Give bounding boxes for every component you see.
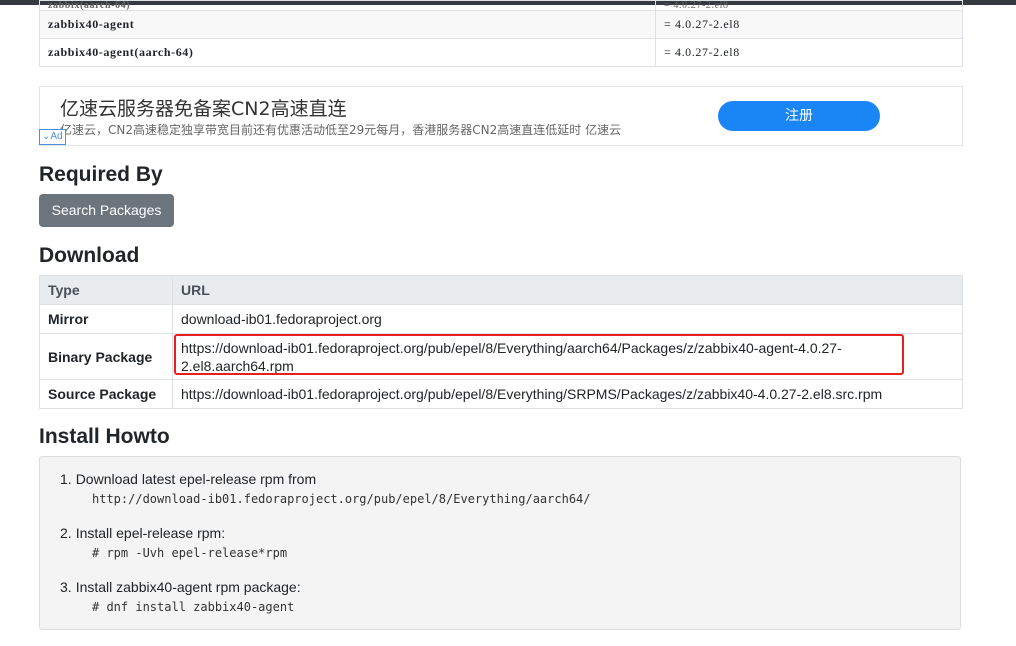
ad-register-button[interactable]: 注册 [718, 101, 880, 131]
table-header-row: Type URL [39, 275, 963, 305]
download-url[interactable]: https://download-ib01.fedoraproject.org/… [172, 333, 963, 380]
step-text: Install zabbix40-agent rpm package: [75, 579, 301, 595]
provides-version: = 4.0.27-2.el8 [655, 0, 963, 11]
table-row: zabbix(aarch-64) = 4.0.27-2.el8 [39, 0, 963, 11]
table-row: Mirror download-ib01.fedoraproject.org [39, 304, 963, 334]
provides-name: zabbix40-agent(aarch-64) [39, 38, 656, 67]
table-row: zabbix40-agent = 4.0.27-2.el8 [39, 10, 963, 39]
step-number: 1. [60, 471, 72, 487]
download-heading: Download [39, 244, 140, 267]
install-step: 1. Download latest epel-release rpm from … [60, 471, 591, 506]
download-type: Source Package [39, 379, 173, 409]
download-type: Mirror [39, 304, 173, 334]
table-row: zabbix40-agent(aarch-64) = 4.0.27-2.el8 [39, 38, 963, 67]
ad-title[interactable]: 亿速云服务器免备案CN2高速直连 [60, 94, 347, 121]
ad-badge-label: Ad [50, 131, 63, 142]
column-header-url: URL [172, 275, 963, 305]
step-code: http://download-ib01.fedoraproject.org/p… [92, 492, 591, 506]
provides-table: zabbix(aarch-64) = 4.0.27-2.el8 zabbix40… [39, 0, 963, 67]
install-step: 3. Install zabbix40-agent rpm package: # … [60, 579, 301, 614]
ad-banner[interactable]: 亿速云服务器免备案CN2高速直连 亿速云，CN2高速稳定独享带宽目前还有优惠活动… [39, 86, 963, 146]
column-header-type: Type [39, 275, 173, 305]
provides-name: zabbix(aarch-64) [39, 0, 656, 11]
step-code: # dnf install zabbix40-agent [92, 600, 295, 614]
download-url[interactable]: https://download-ib01.fedoraproject.org/… [172, 379, 963, 409]
step-number: 2. [60, 525, 72, 541]
step-number: 3. [60, 579, 72, 595]
table-row: Source Package https://download-ib01.fed… [39, 379, 963, 409]
required-by-heading: Required By [39, 163, 163, 186]
download-type: Binary Package [39, 333, 173, 380]
search-packages-button[interactable]: Search Packages [39, 194, 174, 227]
download-url[interactable]: download-ib01.fedoraproject.org [172, 304, 963, 334]
provides-name: zabbix40-agent [39, 10, 656, 39]
download-url-line2[interactable]: 2.el8.aarch64.rpm [181, 358, 294, 374]
download-table: Type URL Mirror download-ib01.fedoraproj… [39, 275, 963, 409]
install-step: 2. Install epel-release rpm: # rpm -Uvh e… [60, 525, 287, 560]
download-url-line1[interactable]: https://download-ib01.fedoraproject.org/… [181, 340, 842, 356]
step-text: Download latest epel-release rpm from [75, 471, 317, 487]
provides-version: = 4.0.27-2.el8 [655, 38, 963, 67]
ad-description[interactable]: 亿速云，CN2高速稳定独享带宽目前还有优惠活动低至29元每月，香港服务器CN2高… [60, 121, 621, 138]
install-instructions: 1. Download latest epel-release rpm from … [39, 456, 961, 630]
table-row: Binary Package https://download-ib01.fed… [39, 333, 963, 380]
ad-badge[interactable]: ⌄Ad [39, 129, 66, 145]
step-text: Install epel-release rpm: [75, 525, 226, 541]
step-code: # rpm -Uvh epel-release*rpm [92, 546, 288, 560]
install-heading: Install Howto [39, 425, 170, 448]
provides-version: = 4.0.27-2.el8 [655, 10, 963, 39]
